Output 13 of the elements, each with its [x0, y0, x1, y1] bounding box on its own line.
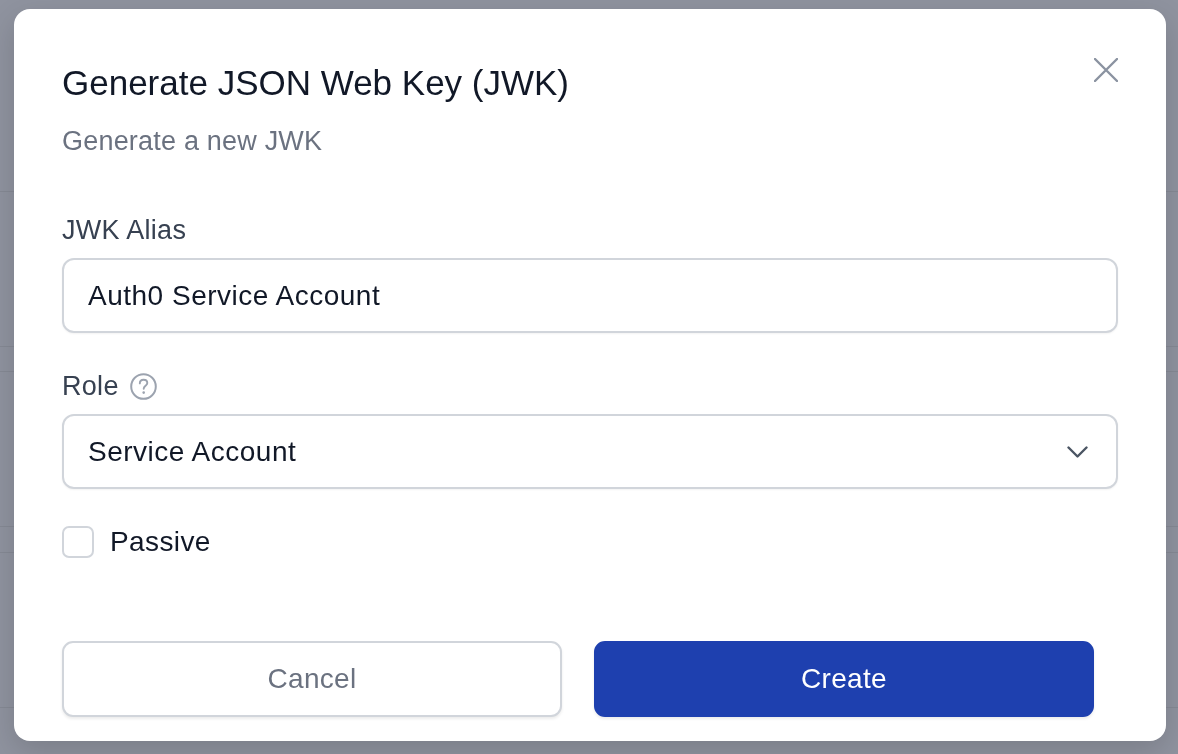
role-select[interactable]: Service Account	[62, 414, 1118, 489]
chevron-down-icon	[1067, 445, 1088, 458]
create-button[interactable]: Create	[594, 641, 1094, 717]
checkbox-label: Passive	[110, 526, 211, 558]
field-label: JWK Alias	[62, 214, 187, 246]
dialog-subtitle: Generate a new JWK	[62, 125, 324, 157]
close-icon	[1094, 58, 1118, 82]
alias-input[interactable]: Auth0 Service Account	[62, 258, 1118, 333]
field-label: Role	[62, 370, 119, 402]
checkbox[interactable]	[62, 526, 94, 558]
dialog-title: Generate JSON Web Key (JWK)	[62, 65, 569, 101]
cancel-button[interactable]: Cancel	[62, 641, 562, 717]
close-button[interactable]	[1092, 56, 1120, 84]
